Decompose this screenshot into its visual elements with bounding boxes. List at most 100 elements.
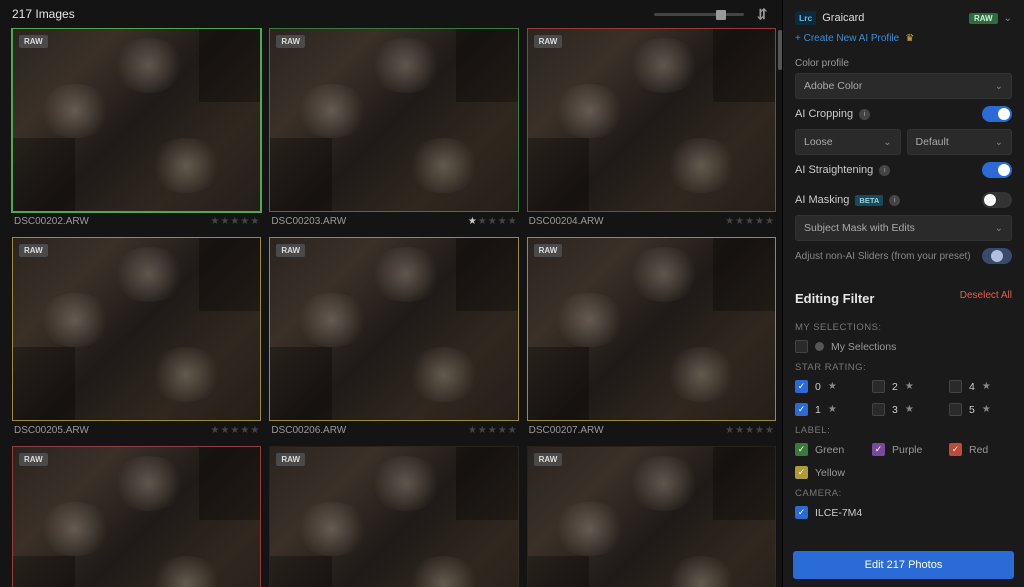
thumb-filename: DSC00207.ARW (529, 425, 604, 436)
star-filter-2[interactable]: 2★ (872, 377, 935, 396)
rating-stars[interactable]: ★★★★★ (725, 425, 774, 436)
info-icon[interactable]: i (879, 165, 890, 176)
thumbnail[interactable]: RAWDSC00206.ARW★★★★★ (269, 237, 518, 438)
ai-cropping-toggle[interactable] (982, 106, 1012, 122)
raw-badge: RAW (534, 453, 563, 466)
profile-name: Graicard (822, 12, 963, 24)
label-red[interactable]: ✓Red (949, 440, 1012, 459)
edit-photos-button[interactable]: Edit 217 Photos (793, 551, 1014, 579)
label-green[interactable]: ✓Green (795, 440, 858, 459)
thumb-filename: DSC00202.ARW (14, 216, 89, 227)
star-filter-0[interactable]: ✓0★ (795, 377, 858, 396)
ai-masking-toggle[interactable] (982, 192, 1012, 208)
checkbox[interactable] (872, 403, 885, 416)
star-filter-1[interactable]: ✓1★ (795, 400, 858, 419)
camera-heading: CAMERA: (795, 482, 1012, 503)
image-count: 217 Images (12, 7, 75, 21)
ai-straightening-label: AI Straightening (795, 164, 873, 176)
raw-badge: RAW (276, 453, 305, 466)
chevron-down-icon: ⌄ (883, 137, 891, 148)
chevron-down-icon: ⌄ (1004, 13, 1012, 24)
deselect-all-link[interactable]: Deselect All (960, 290, 1012, 301)
mask-select[interactable]: Subject Mask with Edits⌄ (795, 215, 1012, 241)
thumbnail[interactable]: RAW (527, 446, 776, 587)
color-profile-value: Adobe Color (804, 80, 862, 92)
create-ai-profile-link[interactable]: + Create New AI Profile (795, 33, 899, 44)
side-panel: Lrc Graicard RAW ⌄ + Create New AI Profi… (782, 0, 1024, 587)
adjust-sliders-toggle[interactable] (982, 248, 1012, 264)
thumbnail[interactable]: RAW DSC00202.ARW ★★★★★ (12, 28, 261, 229)
thumbnail[interactable]: RAW DSC00205.ARW ★★★★★ (12, 237, 261, 438)
star-icon: ★ (982, 381, 991, 392)
star-filter-4[interactable]: 4★ (949, 377, 1012, 396)
star-icon: ★ (828, 381, 837, 392)
thumbnail[interactable]: RAW DSC00204.ARW ★★★★★ (527, 28, 776, 229)
raw-badge: RAW (19, 244, 48, 257)
zoom-slider[interactable] (654, 13, 744, 16)
rating-stars[interactable]: ★★★★★ (468, 425, 517, 436)
crown-icon: ♛ (905, 33, 914, 44)
chevron-down-icon: ⌄ (995, 223, 1003, 234)
my-selections-label: My Selections (831, 341, 896, 353)
thumbnail-grid: RAW DSC00202.ARW ★★★★★ RAW DSC00203.ARW ★★★★★… (12, 28, 776, 587)
raw-pill: RAW (969, 13, 998, 24)
info-icon[interactable]: i (889, 195, 900, 206)
rating-stars[interactable]: ★★★★★ (725, 216, 774, 227)
lrc-badge: Lrc (795, 11, 816, 25)
main-panel: 217 Images RAW DSC00202.ARW ★★★★★ RAW DSC002… (0, 0, 782, 587)
crop-mode-select[interactable]: Loose⌄ (795, 129, 901, 155)
editing-filter-title: Editing Filter (795, 281, 874, 310)
thumbnail[interactable]: RAW (12, 446, 261, 587)
checkbox[interactable] (949, 403, 962, 416)
label-heading: LABEL: (795, 419, 1012, 440)
star-filter-5[interactable]: 5★ (949, 400, 1012, 419)
color-profile-label: Color profile (795, 52, 1012, 73)
checkbox[interactable]: ✓ (795, 403, 808, 416)
star-rating-heading: STAR RATING: (795, 356, 1012, 377)
checkbox[interactable] (795, 340, 808, 353)
ai-straightening-toggle[interactable] (982, 162, 1012, 178)
star-icon: ★ (905, 381, 914, 392)
adjust-sliders-label: Adjust non-AI Sliders (from your preset) (795, 251, 971, 262)
label-yellow[interactable]: ✓Yellow (795, 463, 858, 482)
checkbox[interactable] (949, 380, 962, 393)
raw-badge: RAW (19, 35, 48, 48)
dot-icon (815, 342, 824, 351)
star-icon: ★ (905, 404, 914, 415)
sort-icon[interactable] (756, 7, 770, 21)
profile-select[interactable]: Lrc Graicard RAW ⌄ (795, 8, 1012, 31)
rating-stars[interactable]: ★★★★★ (210, 216, 259, 227)
thumb-filename: DSC00204.ARW (529, 216, 604, 227)
star-icon: ★ (982, 404, 991, 415)
checkbox[interactable]: ✓ (795, 443, 808, 456)
checkbox[interactable] (872, 380, 885, 393)
topbar: 217 Images (0, 0, 782, 28)
thumb-filename: DSC00203.ARW (271, 216, 346, 227)
thumbnail[interactable]: RAW DSC00207.ARW ★★★★★ (527, 237, 776, 438)
color-profile-select[interactable]: Adobe Color ⌄ (795, 73, 1012, 99)
checkbox[interactable]: ✓ (795, 466, 808, 479)
rating-stars[interactable]: ★★★★★ (468, 216, 517, 227)
camera-row[interactable]: ✓ILCE-7M4 (795, 503, 1012, 522)
ai-masking-label: AI Masking (795, 194, 849, 206)
label-purple[interactable]: ✓Purple (872, 440, 935, 459)
scrollbar[interactable] (778, 30, 782, 70)
raw-badge: RAW (534, 244, 563, 257)
checkbox[interactable]: ✓ (795, 506, 808, 519)
thumbnail[interactable]: RAW (269, 446, 518, 587)
checkbox[interactable]: ✓ (795, 380, 808, 393)
raw-badge: RAW (534, 35, 563, 48)
checkbox[interactable]: ✓ (949, 443, 962, 456)
thumb-filename: DSC00206.ARW (271, 425, 346, 436)
beta-badge: BETA (855, 195, 883, 206)
my-selections-row[interactable]: My Selections (795, 337, 1012, 356)
ai-cropping-label: AI Cropping (795, 108, 853, 120)
checkbox[interactable]: ✓ (872, 443, 885, 456)
raw-badge: RAW (19, 453, 48, 466)
info-icon[interactable]: i (859, 109, 870, 120)
rating-stars[interactable]: ★★★★★ (210, 425, 259, 436)
crop-default-select[interactable]: Default⌄ (907, 129, 1013, 155)
thumb-filename: DSC00205.ARW (14, 425, 89, 436)
star-filter-3[interactable]: 3★ (872, 400, 935, 419)
thumbnail[interactable]: RAWDSC00203.ARW★★★★★ (269, 28, 518, 229)
